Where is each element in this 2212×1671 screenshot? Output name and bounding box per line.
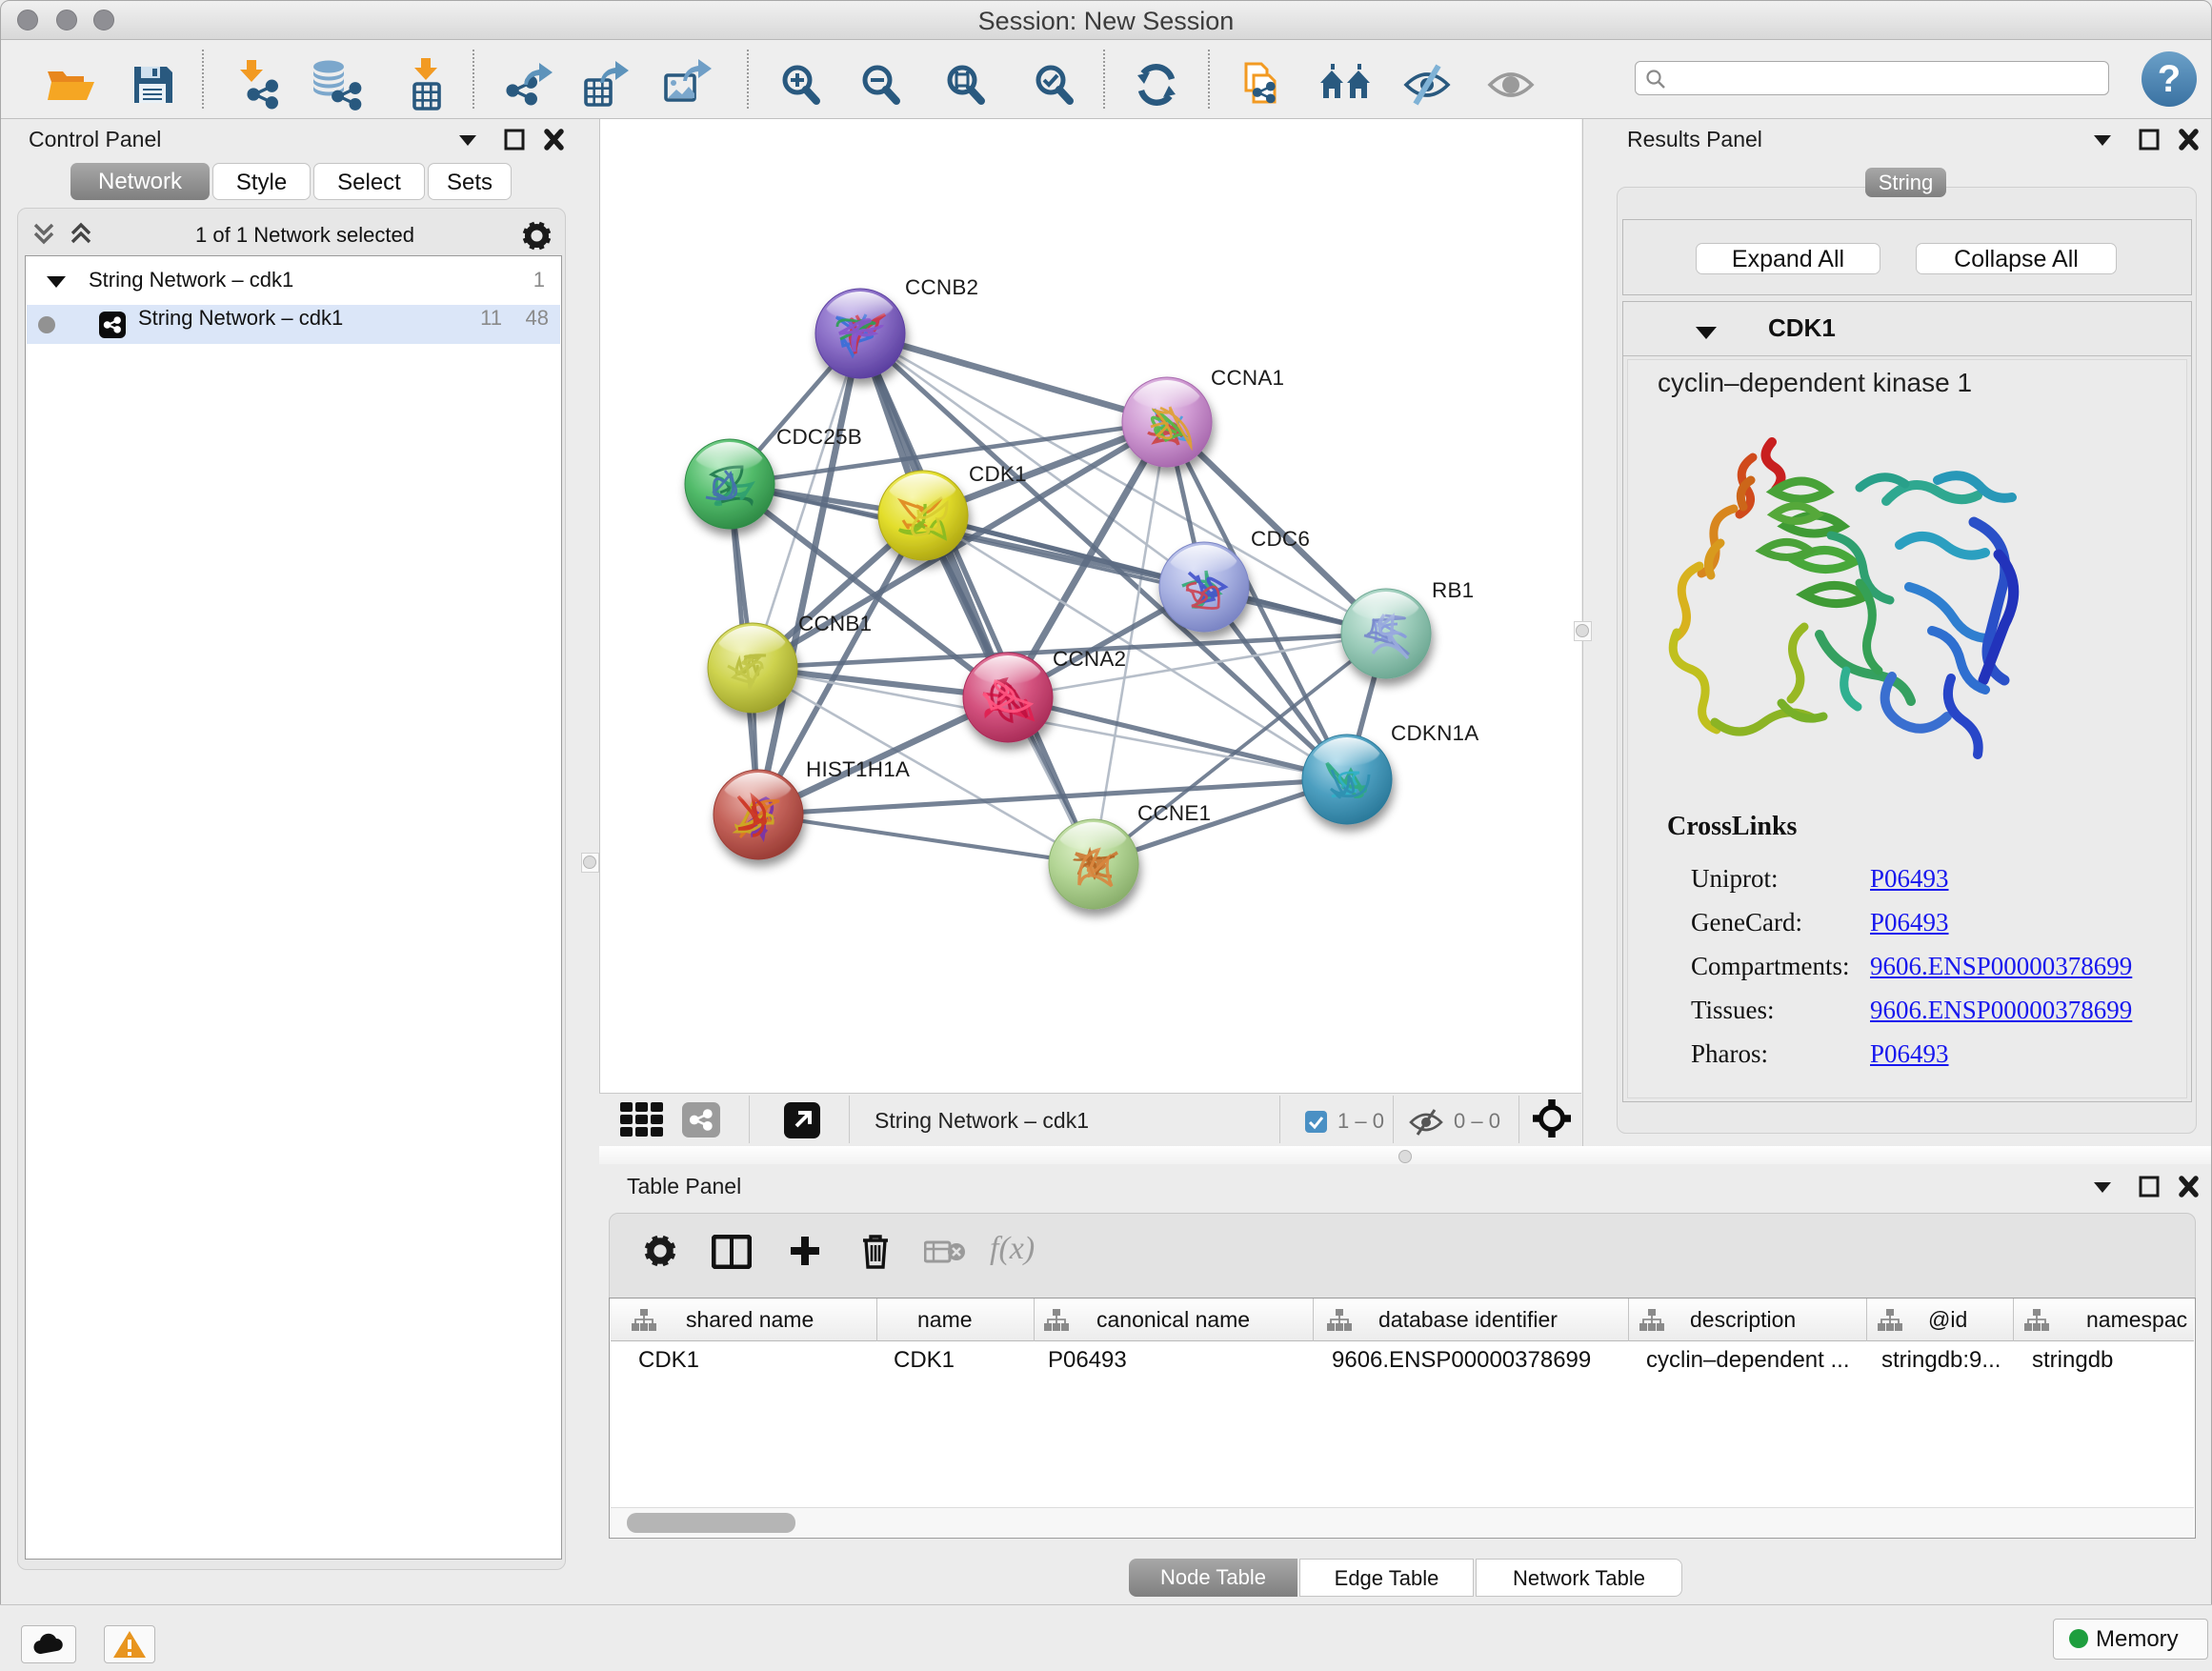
svg-text:CCNB1: CCNB1 (798, 612, 872, 635)
svg-text:CDC6: CDC6 (1251, 527, 1310, 551)
svg-text:CDC25B: CDC25B (776, 425, 862, 449)
svg-text:CCNB2: CCNB2 (905, 275, 978, 299)
svg-text:CCNE1: CCNE1 (1137, 801, 1211, 825)
svg-text:CCNA2: CCNA2 (1053, 647, 1126, 671)
svg-text:RB1: RB1 (1432, 578, 1474, 602)
svg-text:CDK1: CDK1 (969, 462, 1027, 486)
svg-text:CCNA1: CCNA1 (1211, 366, 1284, 390)
svg-text:CDKN1A: CDKN1A (1391, 721, 1478, 745)
svg-text:HIST1H1A: HIST1H1A (806, 757, 910, 781)
